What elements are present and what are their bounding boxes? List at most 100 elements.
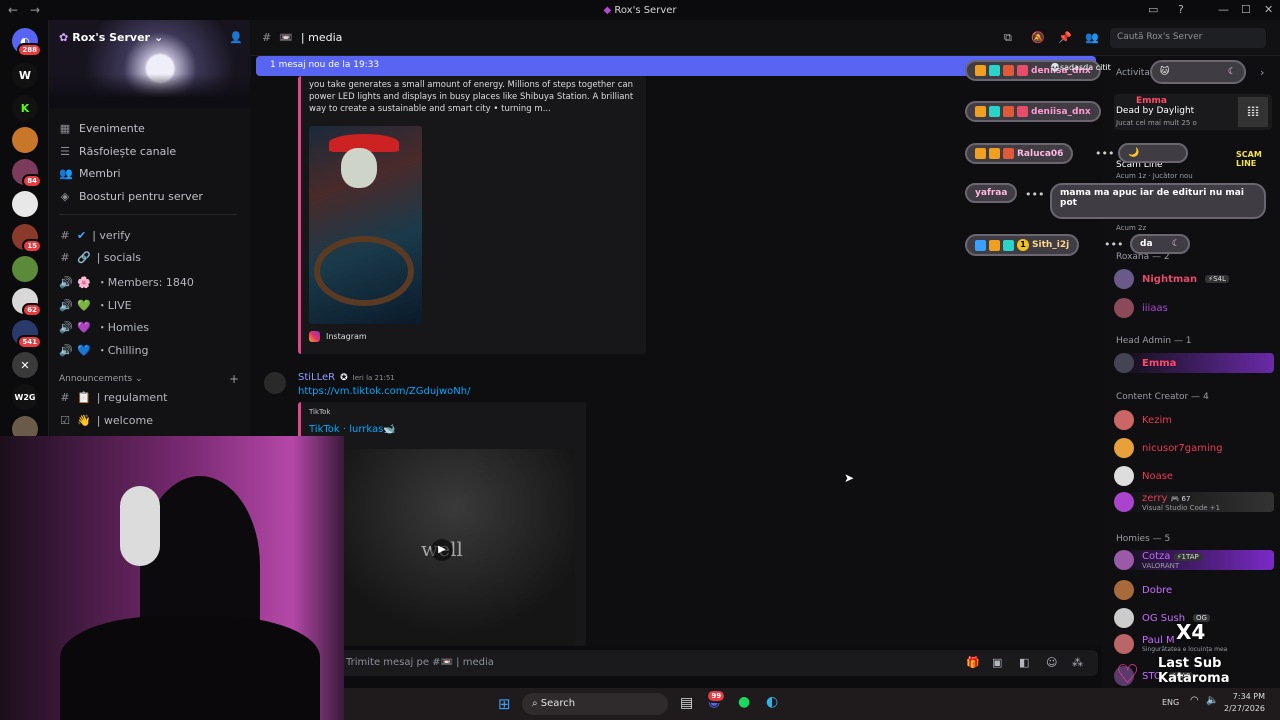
channel-welcome[interactable]: ☑ 👋 | welcome bbox=[59, 414, 153, 427]
mute-notifications-icon[interactable]: 🔕 bbox=[1031, 31, 1045, 44]
overlay-chat-user: Raluca06 bbox=[965, 143, 1074, 164]
channel-homies[interactable]: 🔊 💜 ・Homies bbox=[59, 319, 149, 335]
taskview-icon[interactable]: ▤ bbox=[680, 695, 693, 711]
direct-messages-button[interactable]: ◐ 288 bbox=[12, 28, 42, 57]
apps-icon[interactable]: ⁂ bbox=[1072, 656, 1083, 669]
channel-chilling[interactable]: 🔊 💙 ・Chilling bbox=[59, 342, 149, 358]
pin-icon[interactable]: 📌 bbox=[1058, 31, 1072, 44]
embed-description: you take generates a small amount of ene… bbox=[309, 80, 634, 114]
server-icon[interactable]: 541 bbox=[12, 320, 42, 349]
server-icon[interactable] bbox=[12, 191, 38, 217]
member-item[interactable]: Kezim bbox=[1114, 410, 1274, 430]
add-channel-icon[interactable]: + bbox=[229, 372, 239, 386]
close-icon[interactable]: ✕ bbox=[1264, 3, 1273, 16]
member-item[interactable]: zerry 🎮 67 Visual Studio Code +1 bbox=[1114, 492, 1274, 512]
invite-icon[interactable]: 👤 bbox=[229, 31, 243, 44]
wifi-icon[interactable]: ◠ bbox=[1190, 695, 1199, 706]
avatar[interactable] bbox=[264, 372, 286, 394]
nav-events[interactable]: ▦ Evenimente bbox=[59, 122, 145, 135]
nav-boosts[interactable]: ◈ Boosturi pentru server bbox=[59, 190, 203, 203]
member-tag: ⚡1TAP bbox=[1173, 552, 1202, 561]
chevron-right-icon[interactable]: › bbox=[1260, 66, 1264, 79]
nav-members[interactable]: 👥 Membri bbox=[59, 167, 121, 180]
search-icon: ⌕ bbox=[532, 698, 541, 709]
server-icon[interactable]: 15 bbox=[12, 224, 42, 253]
language-indicator[interactable]: ENG bbox=[1162, 698, 1179, 707]
message-link[interactable]: https://vm.tiktok.com/ZGdujwoNh/ bbox=[298, 386, 470, 397]
browse-channels-icon: ☰ bbox=[60, 145, 70, 158]
clock[interactable]: 7:34 PM 2/27/2026 bbox=[1224, 691, 1265, 715]
gif-icon[interactable]: ▣ bbox=[992, 656, 1002, 669]
message-author[interactable]: StiLLeR bbox=[298, 372, 335, 383]
flower-icon: 🌸 bbox=[77, 275, 91, 289]
server-icon[interactable]: W2G bbox=[12, 384, 38, 410]
channel-live[interactable]: 🔊 💚 ・LIVE bbox=[59, 297, 132, 313]
channel-label: ・Homies bbox=[96, 321, 149, 334]
search-input[interactable]: Caută Rox's Server bbox=[1110, 28, 1266, 48]
help-icon[interactable]: ? bbox=[1178, 3, 1184, 16]
channel-sidebar: ✿ Rox's Server ⌄ 👤 ▦ Evenimente ☰ Răsfoiește… bbox=[48, 20, 251, 440]
member-item[interactable]: Dobre bbox=[1114, 580, 1274, 600]
channel-verify[interactable]: # ✔ | verify bbox=[59, 229, 130, 242]
channel-members-count[interactable]: 🔊 🌸 ・Members: 1840 bbox=[59, 274, 194, 290]
server-icon[interactable] bbox=[12, 127, 38, 153]
gift-icon[interactable]: 🎁 bbox=[966, 656, 980, 669]
hash-icon: # bbox=[60, 391, 70, 404]
avatar bbox=[1114, 492, 1134, 512]
channel-socials[interactable]: # 🔗 | socials bbox=[59, 251, 141, 264]
overlay-chat-message: mama ma apuc iar de edituri nu mai pot bbox=[1050, 183, 1266, 219]
unread-badge: 15 bbox=[22, 239, 42, 253]
server-letter: K bbox=[20, 101, 30, 115]
category-announcements[interactable]: Announcements ⌄ bbox=[59, 374, 143, 384]
instagram-embed: you take generates a small amount of ene… bbox=[298, 76, 646, 354]
channel-regulament[interactable]: # 📋 | regulament bbox=[59, 391, 167, 404]
server-icon[interactable]: ✕ bbox=[12, 352, 38, 378]
emoji-icon[interactable]: ☺ bbox=[1046, 656, 1057, 669]
dead-by-daylight-icon: 𝍖 bbox=[1238, 97, 1268, 127]
embed-video[interactable]: well ▶ bbox=[309, 449, 575, 646]
embed-title[interactable]: TikTok · lurrkas🐋 bbox=[309, 424, 396, 435]
ellipsis-icon: ••• bbox=[1025, 188, 1045, 201]
badge-icon bbox=[975, 239, 986, 251]
channel-label: ・LIVE bbox=[96, 299, 132, 312]
embed-provider: Instagram bbox=[326, 332, 367, 341]
spotify-icon[interactable]: ● bbox=[738, 694, 750, 710]
server-name-button[interactable]: ✿ Rox's Server ⌄ bbox=[59, 31, 163, 44]
edge-icon[interactable]: ◐ bbox=[766, 694, 778, 710]
discord-taskbar-icon[interactable]: ◉99 bbox=[706, 689, 727, 710]
threads-icon[interactable]: ⧉ bbox=[1004, 31, 1012, 45]
member-item[interactable]: Emma bbox=[1114, 353, 1274, 373]
member-item[interactable]: nicusor7gaming bbox=[1114, 438, 1274, 458]
taskbar-search[interactable]: ⌕ Search bbox=[522, 693, 668, 715]
server-icon-k[interactable]: K bbox=[12, 95, 38, 121]
windows-start-icon[interactable]: ⊞ bbox=[498, 695, 511, 713]
member-name: Dobre bbox=[1142, 584, 1173, 596]
play-icon[interactable]: ▶ bbox=[431, 539, 453, 561]
overlay-username: deniisa_dnx bbox=[1031, 106, 1091, 117]
chevron-down-icon: ⌄ bbox=[153, 31, 164, 44]
server-icon-w[interactable]: W bbox=[12, 62, 38, 88]
server-icon[interactable]: 84 bbox=[12, 159, 42, 188]
role-badge-icon: ✪ bbox=[340, 372, 348, 383]
member-item[interactable]: Cotza ⚡1TAP VALORANT bbox=[1114, 550, 1274, 570]
activity-subtitle: Acum 1z · Jucător nou bbox=[1116, 172, 1193, 180]
cat-face-icon: 🐱 bbox=[1160, 67, 1170, 77]
member-item[interactable]: Noase bbox=[1114, 466, 1274, 486]
embed-image-pirate-skeleton[interactable] bbox=[309, 126, 422, 324]
member-item[interactable]: Nightman ⚡S4L bbox=[1114, 269, 1274, 289]
member-item[interactable]: iiiaas bbox=[1114, 298, 1274, 318]
inbox-icon[interactable]: ▭ bbox=[1148, 3, 1158, 16]
nav-browse-channels[interactable]: ☰ Răsfoiește canale bbox=[59, 145, 176, 158]
volume-icon[interactable]: 🔈 bbox=[1206, 695, 1218, 706]
activity-subtitle: Acum 2z bbox=[1116, 224, 1147, 232]
maximize-icon[interactable]: ☐ bbox=[1241, 3, 1251, 16]
ellipsis-icon: ••• bbox=[1104, 238, 1124, 251]
server-letter: W bbox=[18, 68, 32, 82]
crown-badge-icon bbox=[975, 65, 986, 76]
minimize-icon[interactable]: — bbox=[1218, 3, 1229, 16]
member-list-icon[interactable]: 👥 bbox=[1085, 31, 1099, 44]
role-group-header: Content Creator — 4 bbox=[1116, 392, 1209, 402]
sticker-icon[interactable]: ◧ bbox=[1019, 656, 1029, 669]
server-icon[interactable] bbox=[12, 256, 38, 282]
server-icon[interactable]: 62 bbox=[12, 288, 42, 317]
